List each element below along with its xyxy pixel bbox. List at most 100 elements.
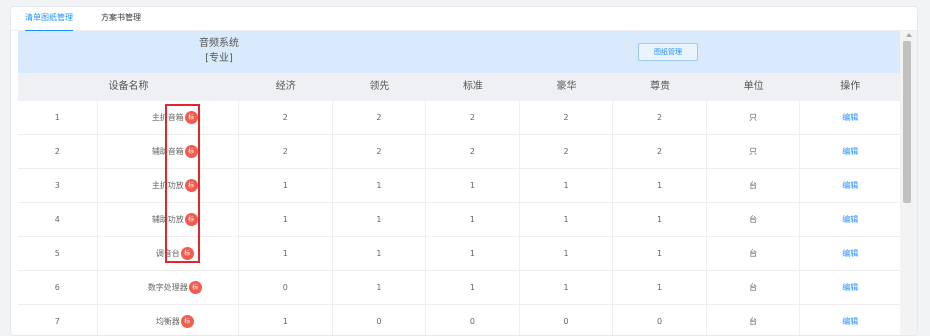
quantity-cell: 2 [613,101,707,134]
quantity-cell: 1 [426,237,520,270]
device-name-cell: 数字处理器标 [98,271,239,304]
system-header: 音频系统 [专业] 图纸管理 [18,31,900,73]
system-subtitle: [专业] [205,53,233,64]
standard-badge-icon: 标 [184,213,198,226]
quantity-cell: 1 [426,271,520,304]
row-index: 2 [18,135,98,168]
quantity-cell: 1 [333,169,427,202]
quantity-cell: 1 [520,271,614,304]
table-row: 1 主扩音箱标 2 2 2 2 2 只编辑 [18,101,900,135]
quantity-cell: 2 [333,135,427,168]
scroll-up-icon[interactable] [906,33,912,37]
table-row: 2 辅助音箱标 2 2 2 2 2 只编辑 [18,135,900,169]
unit-cell: 台 [707,271,801,304]
action-cell: 编辑 [800,237,900,270]
quantity-cell: 2 [426,135,520,168]
quantity-cell: 0 [333,305,427,335]
col-header-economy: 经济 [275,81,296,92]
row-index: 3 [18,169,98,202]
standard-badge-icon: 标 [188,281,202,294]
quantity-cell: 0 [613,305,707,335]
device-name: 均衡器 [155,317,180,326]
scroll-thumb[interactable] [903,41,911,203]
system-title: 音频系统 [199,38,239,49]
action-cell: 编辑 [800,135,900,168]
col-header-leading: 领先 [369,81,390,92]
device-name-cell: 主扩功放标 [98,169,239,202]
action-cell: 编辑 [800,271,900,304]
quantity-cell: 0 [426,305,520,335]
quantity-cell: 1 [239,203,333,236]
drawing-manage-button[interactable]: 图纸管理 [638,43,698,61]
row-index: 7 [18,305,98,335]
quantity-cell: 2 [520,135,614,168]
row-index: 5 [18,237,98,270]
edit-link[interactable]: 编辑 [842,181,858,190]
col-header-standard: 标准 [462,81,483,92]
standard-badge-icon: 标 [184,111,198,124]
quantity-cell: 1 [239,237,333,270]
action-cell: 编辑 [800,169,900,202]
col-header-premium: 尊贵 [650,81,671,92]
device-name: 数字处理器 [147,283,188,292]
quantity-cell: 1 [333,271,427,304]
quantity-cell: 1 [613,237,707,270]
vertical-scrollbar[interactable] [900,31,917,335]
quantity-cell: 2 [613,135,707,168]
quantity-cell: 1 [333,237,427,270]
tab-proposal[interactable]: 方案书管理 [101,11,141,31]
quantity-cell: 1 [613,271,707,304]
device-name: 辅助功放 [151,215,184,224]
col-header-name: 设备名称 [108,81,149,92]
edit-link[interactable]: 编辑 [842,147,858,156]
quantity-cell: 1 [333,203,427,236]
action-cell: 编辑 [800,305,900,335]
standard-badge-icon: 标 [180,247,194,260]
row-index: 1 [18,101,98,134]
edit-link[interactable]: 编辑 [842,215,858,224]
column-header-row: 设备名称 经济 领先 标准 豪华 尊贵 单位 操作 [18,73,900,101]
col-header-action: 操作 [840,81,861,92]
device-name-cell: 均衡器标 [98,305,239,335]
table-row: 7 均衡器标 1 0 0 0 0 台编辑 [18,305,900,335]
unit-cell: 只 [707,101,801,134]
tab-list-drawing[interactable]: 清单图纸管理 [25,11,73,32]
edit-link[interactable]: 编辑 [842,113,858,122]
table-row: 4 辅助功放标 1 1 1 1 1 台编辑 [18,203,900,237]
edit-link[interactable]: 编辑 [842,249,858,258]
edit-link[interactable]: 编辑 [842,283,858,292]
main-panel: 清单图纸管理 方案书管理 音频系统 [专业] 图纸管理 设备名称 经济 领先 标… [10,6,918,336]
device-name-cell: 调音台标 [98,237,239,270]
quantity-cell: 1 [520,203,614,236]
unit-cell: 台 [707,203,801,236]
device-name: 调音台 [155,249,180,258]
device-name: 辅助音箱 [151,147,184,156]
unit-cell: 只 [707,135,801,168]
device-name: 主扩音箱 [151,113,184,122]
quantity-cell: 1 [613,169,707,202]
standard-badge-icon: 标 [180,315,194,328]
quantity-cell: 1 [613,203,707,236]
quantity-cell: 2 [239,135,333,168]
action-cell: 编辑 [800,203,900,236]
quantity-cell: 0 [520,305,614,335]
col-header-unit: 单位 [743,81,764,92]
quantity-cell: 1 [426,203,520,236]
quantity-cell: 1 [239,169,333,202]
row-index: 6 [18,271,98,304]
standard-badge-icon: 标 [184,179,198,192]
edit-link[interactable]: 编辑 [842,317,858,326]
device-name-cell: 主扩音箱标 [98,101,239,134]
table-row: 3 主扩功放标 1 1 1 1 1 台编辑 [18,169,900,203]
table-row: 6 数字处理器标 0 1 1 1 1 台编辑 [18,271,900,305]
device-name-cell: 辅助音箱标 [98,135,239,168]
table-body: 1 主扩音箱标 2 2 2 2 2 只编辑 2 辅助音箱标 2 2 2 2 2 只编辑 3 主扩功放标 1 1 1 1 1 台… [18,101,900,335]
quantity-cell: 2 [333,101,427,134]
quantity-cell: 1 [426,169,520,202]
quantity-cell: 2 [520,101,614,134]
quantity-cell: 1 [520,169,614,202]
equipment-table: 音频系统 [专业] 图纸管理 设备名称 经济 领先 标准 豪华 尊贵 单位 操作… [18,31,900,335]
quantity-cell: 0 [239,271,333,304]
action-cell: 编辑 [800,101,900,134]
tab-bar: 清单图纸管理 方案书管理 [11,7,917,32]
